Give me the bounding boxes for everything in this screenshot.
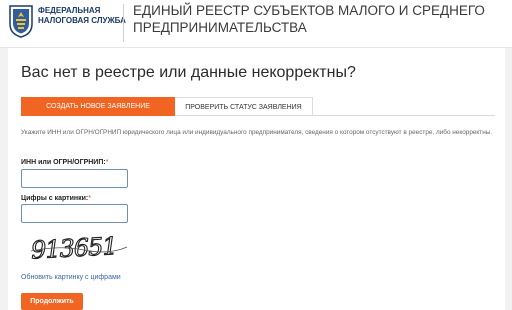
- required-mark: *: [88, 195, 91, 202]
- main-panel: Вас нет в реестре или данные некорректны…: [8, 48, 505, 310]
- tab-check-status[interactable]: ПРОВЕРИТЬ СТАТУС ЗАЯВЛЕНИЯ: [175, 97, 313, 116]
- org-name-line2: НАЛОГОВАЯ СЛУЖБА: [38, 16, 126, 25]
- org-name-line1: ФЕДЕРАЛЬНАЯ: [38, 6, 101, 15]
- captcha-label-text: Цифры с картинки:: [21, 195, 89, 202]
- tab-bar-filler: [313, 97, 495, 116]
- site-header: ФЕДЕРАЛЬНАЯ НАЛОГОВАЯ СЛУЖБА ЕДИНЫЙ РЕЕС…: [0, 0, 512, 48]
- page-title: Вас нет в реестре или данные некорректны…: [21, 64, 356, 81]
- captcha-label: Цифры с картинки:*: [21, 195, 91, 202]
- required-mark: *: [105, 159, 109, 166]
- tab-create-application[interactable]: СОЗДАТЬ НОВОЕ ЗАЯВЛЕНИЕ: [21, 97, 175, 116]
- inn-label-text: ИНН или ОГРН/ОГРНИП:: [21, 159, 106, 166]
- refresh-captcha-link[interactable]: Обновить картинку с цифрами: [21, 274, 121, 281]
- continue-button[interactable]: Продолжить: [21, 293, 83, 310]
- fns-emblem-icon: [9, 5, 33, 38]
- instruction-text: Укажите ИНН или ОГРН/ОГРНИП юридического…: [21, 129, 493, 136]
- org-name: ФЕДЕРАЛЬНАЯ НАЛОГОВАЯ СЛУЖБА: [38, 6, 126, 26]
- header-divider: [123, 4, 124, 42]
- tab-bar: СОЗДАТЬ НОВОЕ ЗАЯВЛЕНИЕ ПРОВЕРИТЬ СТАТУС…: [21, 97, 495, 116]
- registry-title: ЕДИНЫЙ РЕЕСТР СУБЪЕКТОВ МАЛОГО И СРЕДНЕГ…: [133, 2, 503, 36]
- captcha-image: 913651: [30, 231, 128, 265]
- registry-title-line2: ПРЕДПРИНИМАТЕЛЬСТВА: [133, 20, 307, 35]
- inn-input[interactable]: [21, 169, 128, 188]
- registry-title-line1: ЕДИНЫЙ РЕЕСТР СУБЪЕКТОВ МАЛОГО И СРЕДНЕГ…: [133, 3, 485, 18]
- captcha-input[interactable]: [21, 204, 128, 223]
- inn-label: ИНН или ОГРН/ОГРНИП:*: [21, 159, 108, 166]
